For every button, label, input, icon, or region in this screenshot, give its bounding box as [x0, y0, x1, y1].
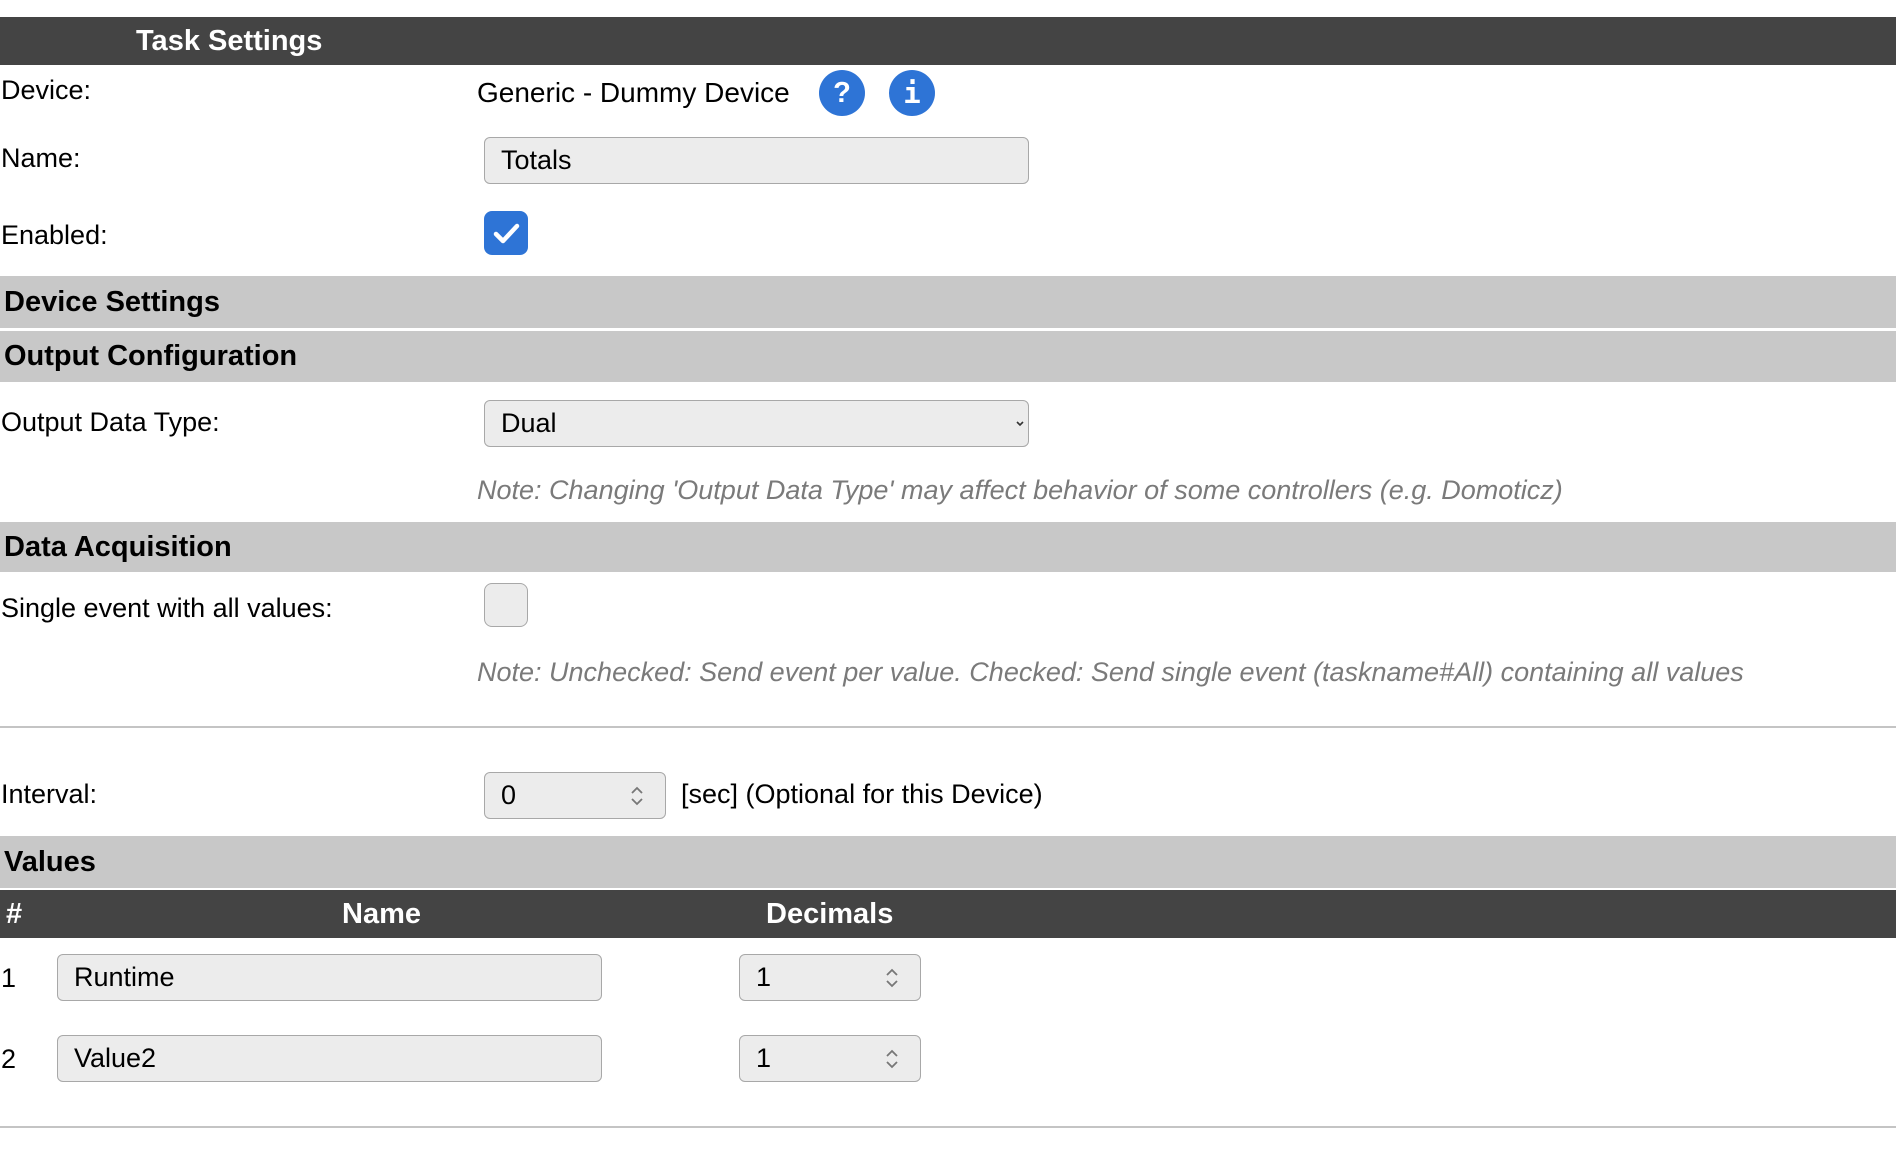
- task-name-value: Totals: [501, 145, 572, 175]
- output-configuration-header: Output Configuration: [0, 331, 1896, 382]
- task-settings-title: Task Settings: [136, 25, 323, 57]
- column-decimals-header: Decimals: [766, 898, 894, 930]
- values-table-header: # Name Decimals: [0, 890, 1896, 938]
- value-name-input[interactable]: Value2: [57, 1035, 602, 1082]
- value-name-input[interactable]: Runtime: [57, 954, 602, 1001]
- table-row: 1 Runtime 1: [0, 950, 1896, 1010]
- chevron-down-icon: [1016, 421, 1024, 427]
- spinner-icon[interactable]: [884, 965, 900, 991]
- single-event-checkbox[interactable]: [484, 583, 528, 627]
- divider: [0, 1126, 1896, 1128]
- interval-input[interactable]: 0: [484, 772, 666, 819]
- device-label: Device:: [1, 75, 92, 105]
- task-name-input[interactable]: Totals: [484, 137, 1029, 184]
- single-event-label: Single event with all values:: [1, 593, 333, 623]
- interval-value: 0: [501, 780, 517, 810]
- row-index: 1: [1, 963, 17, 993]
- value-name: Runtime: [74, 962, 175, 992]
- interval-suffix: [sec] (Optional for this Device): [681, 779, 1043, 809]
- column-index-header: #: [6, 898, 23, 930]
- output-configuration-title: Output Configuration: [4, 340, 298, 372]
- single-event-note: Note: Unchecked: Send event per value. C…: [477, 657, 1744, 687]
- decimals-input[interactable]: 1: [739, 1035, 921, 1082]
- device-value: Generic - Dummy Device: [477, 77, 790, 108]
- task-settings-header: Task Settings: [0, 17, 1896, 65]
- row-index: 2: [1, 1044, 17, 1074]
- spinner-icon[interactable]: [629, 783, 645, 809]
- column-name-header: Name: [342, 898, 421, 930]
- output-data-type-value: Dual: [501, 408, 557, 438]
- name-label: Name:: [1, 143, 81, 173]
- data-acquisition-title: Data Acquisition: [4, 531, 232, 563]
- divider: [0, 726, 1896, 728]
- decimals-input[interactable]: 1: [739, 954, 921, 1001]
- info-icon[interactable]: i: [889, 70, 935, 116]
- output-data-type-label: Output Data Type:: [1, 407, 220, 437]
- enabled-checkbox[interactable]: [484, 211, 528, 255]
- values-header: Values: [0, 836, 1896, 888]
- data-acquisition-header: Data Acquisition: [0, 522, 1896, 572]
- decimals-value: 1: [756, 1043, 772, 1073]
- question-icon-glyph: ?: [833, 77, 851, 109]
- value-name: Value2: [74, 1043, 157, 1073]
- device-settings-title: Device Settings: [4, 286, 220, 318]
- device-settings-header: Device Settings: [0, 276, 1896, 328]
- info-icon-glyph: i: [903, 76, 921, 110]
- decimals-value: 1: [756, 962, 772, 992]
- interval-label: Interval:: [1, 779, 98, 809]
- output-data-type-select[interactable]: Dual: [484, 400, 1029, 447]
- output-data-type-note: Note: Changing 'Output Data Type' may af…: [477, 475, 1563, 505]
- values-title: Values: [4, 846, 96, 878]
- question-icon[interactable]: ?: [819, 70, 865, 116]
- table-row: 2 Value2 1: [0, 1031, 1896, 1091]
- spinner-icon[interactable]: [884, 1046, 900, 1072]
- checkmark-icon: [493, 223, 520, 244]
- enabled-label: Enabled:: [1, 220, 108, 250]
